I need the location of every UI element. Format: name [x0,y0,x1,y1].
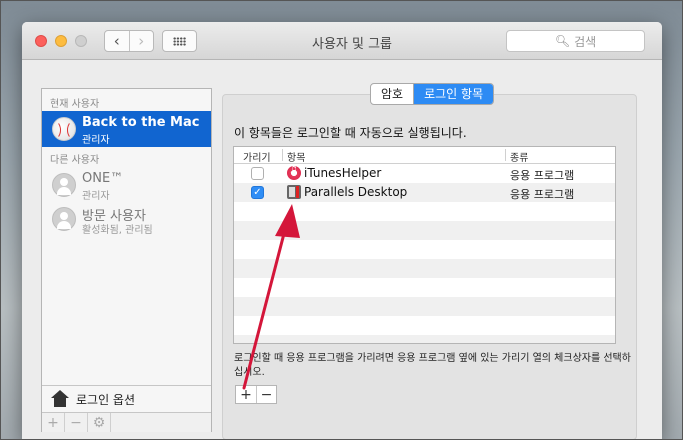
tab-bar: 암호 로그인 항목 [370,83,495,105]
nav-buttons: ‹ › [104,30,154,52]
login-items-table: 가리기 항목 종류 iTunesHelper 응용 프로그램 ✓ Paralle… [233,146,616,344]
gear-icon[interactable]: ⚙ [88,413,111,432]
empty-row [234,297,615,316]
login-items-description: 이 항목들은 로그인할 때 자동으로 실행됩니다. [234,126,467,140]
titlebar: ‹ › 사용자 및 그룹 🔍︎ 검색 [22,22,662,60]
remove-login-item-button[interactable]: − [256,386,276,403]
user-role: 관리자 [82,191,110,202]
item-name: iTunesHelper [304,166,382,180]
login-options-item[interactable]: 로그인 옵션 [42,385,211,412]
user-role: 관리자 [82,135,110,146]
hide-checkbox[interactable] [251,167,264,180]
table-header: 가리기 항목 종류 [234,147,615,164]
search-placeholder: 검색 [574,34,597,49]
empty-row [234,335,615,343]
hide-checkbox[interactable]: ✓ [251,186,264,199]
empty-row [234,240,615,259]
parallels-icon [287,185,301,199]
empty-row [234,278,615,297]
search-icon: 🔍︎ [554,34,571,48]
column-divider [282,149,283,161]
chevron-right-icon: › [138,32,145,50]
window-title: 사용자 및 그룹 [311,37,393,52]
item-kind: 응용 프로그램 [510,169,575,182]
users-groups-window: ‹ › 사용자 및 그룹 🔍︎ 검색 현재 사용자 Back to the Ma… [22,22,662,440]
back-button[interactable]: ‹ [105,31,129,51]
forward-button[interactable]: › [128,31,154,51]
empty-row [234,316,615,335]
user-name: ONE™ [82,171,124,186]
show-all-button[interactable] [162,30,197,52]
tab-password[interactable]: 암호 [371,84,413,104]
add-remove-buttons: + − [235,385,277,404]
users-sidebar: 현재 사용자 Back to the Mac 관리자 다른 사용자 ONE™ 관… [41,88,212,432]
item-name: Parallels Desktop [304,185,408,199]
current-users-header: 현재 사용자 [50,99,100,110]
hide-hint-text: 로그인할 때 응용 프로그램을 가리려면 응용 프로그램 옆에 있는 가리기 열… [234,353,631,378]
item-kind: 응용 프로그램 [510,188,575,201]
user-role: 활성화됨, 관리됨 [82,225,153,236]
itunes-icon [287,165,301,180]
login-options-label: 로그인 옵션 [76,392,136,407]
table-row[interactable]: iTunesHelper 응용 프로그램 [234,164,615,183]
user-item-back-to-the-mac[interactable]: Back to the Mac 관리자 [42,111,211,147]
empty-row [234,259,615,278]
add-user-button[interactable]: + [42,413,65,432]
user-name: Back to the Mac [82,115,200,130]
baseball-avatar-icon [52,117,76,141]
tab-login-items[interactable]: 로그인 항목 [413,84,494,104]
remove-user-button[interactable]: − [65,413,88,432]
grid-icon [173,36,186,46]
sidebar-toolbar: + − ⚙ [42,412,211,432]
column-kind[interactable]: 종류 [510,149,528,164]
table-row[interactable]: ✓ Parallels Desktop 응용 프로그램 [234,183,615,202]
user-item-one[interactable]: ONE™ 관리자 [42,167,211,203]
other-users-header: 다른 사용자 [50,155,100,166]
house-icon [50,390,70,408]
column-item[interactable]: 항목 [287,149,305,164]
user-item-guest[interactable]: 방문 사용자 활성화됨, 관리됨 [42,201,211,237]
column-divider [505,149,506,161]
column-hide[interactable]: 가리기 [243,149,271,164]
search-field[interactable]: 🔍︎ 검색 [506,30,645,52]
empty-row [234,221,615,240]
zoom-window-button[interactable] [75,35,87,47]
add-login-item-button[interactable]: + [236,386,256,403]
guest-avatar-icon [52,207,76,231]
empty-row [234,202,615,221]
close-window-button[interactable] [35,35,47,47]
user-avatar-icon [52,173,76,197]
minimize-window-button[interactable] [55,35,67,47]
chevron-left-icon: ‹ [113,32,120,50]
